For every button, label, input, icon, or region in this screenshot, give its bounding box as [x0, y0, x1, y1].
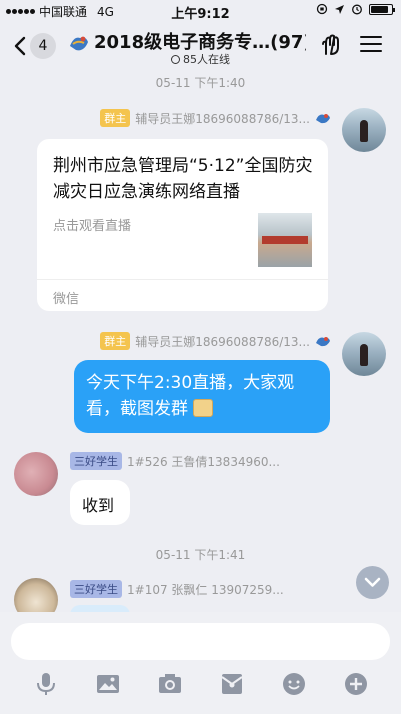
message-timestamp: 05-11 下午1:41 [155, 548, 246, 562]
sender-line: 群主 辅导员王娜18696088786/13... [100, 109, 331, 127]
message-bubble[interactable]: 收到 [70, 480, 130, 525]
microphone-icon[interactable] [33, 671, 59, 697]
owner-badge: 群主 [100, 332, 131, 350]
emoji-icon[interactable] [281, 671, 307, 697]
message-timestamp: 05-11 下午1:40 [155, 76, 246, 90]
card-subtitle: 点击观看直播 [53, 219, 132, 234]
online-count-text: 85人在线 [183, 53, 230, 66]
online-icon [171, 55, 180, 64]
battery-icon [369, 3, 395, 15]
alarm-icon [352, 4, 362, 15]
sender-name: 辅导员王娜18696088786/13... [135, 334, 310, 349]
plus-icon[interactable] [343, 671, 369, 697]
sender-name: 辅导员王娜18696088786/13... [135, 111, 310, 126]
location-icon [335, 4, 344, 14]
scroll-to-bottom-button[interactable] [356, 566, 389, 599]
card-title: 荆州市应急管理局“5·12”全国防灾减灾日应急演练网络直播 [53, 156, 313, 202]
avatar[interactable] [342, 332, 386, 376]
input-area [0, 612, 401, 714]
message-text: 今天下午2:30直播，大家观看，截图发群 [86, 373, 295, 419]
message-bubble[interactable]: 今天下午2:30直播，大家观看，截图发群 [74, 360, 330, 433]
gesture-icon[interactable] [320, 32, 346, 58]
avatar[interactable] [342, 108, 386, 152]
member-level-icon [316, 114, 330, 124]
message-input[interactable] [11, 623, 390, 660]
image-icon[interactable] [95, 671, 121, 697]
camera-icon[interactable] [157, 671, 183, 697]
card-source: 微信 [53, 292, 80, 307]
live-share-card[interactable]: 荆州市应急管理局“5·12”全国防灾减灾日应急演练网络直播 点击观看直播 微信 [37, 139, 328, 311]
input-toolbar [0, 668, 401, 702]
sender-line: 三好学生 1#526 王鲁倩13834960... [70, 452, 280, 470]
card-thumbnail [258, 213, 312, 267]
chat-header: 4 2018级电子商务专…(97) 85人在线 [0, 22, 401, 70]
student-badge: 三好学生 [70, 452, 122, 470]
student-badge: 三好学生 [70, 580, 122, 598]
sender-line: 群主 辅导员王娜18696088786/13... [100, 332, 331, 350]
rotation-lock-icon [316, 3, 328, 15]
sender-name: 1#526 王鲁倩13834960... [127, 454, 280, 469]
avatar[interactable] [14, 452, 58, 496]
beer-emoji-icon [193, 399, 214, 417]
divider [37, 279, 328, 280]
menu-icon[interactable] [360, 36, 382, 54]
owner-badge: 群主 [100, 109, 131, 127]
red-packet-icon[interactable] [219, 671, 245, 697]
status-bar: 中国联通 4G 上午9:12 [0, 0, 401, 22]
sender-line: 三好学生 1#107 张飘仁 13907259... [70, 580, 284, 598]
sender-name: 1#107 张飘仁 13907259... [127, 582, 284, 597]
member-level-icon [316, 337, 330, 347]
chevron-down-icon [364, 577, 381, 587]
message-text: 收到 [82, 496, 115, 515]
